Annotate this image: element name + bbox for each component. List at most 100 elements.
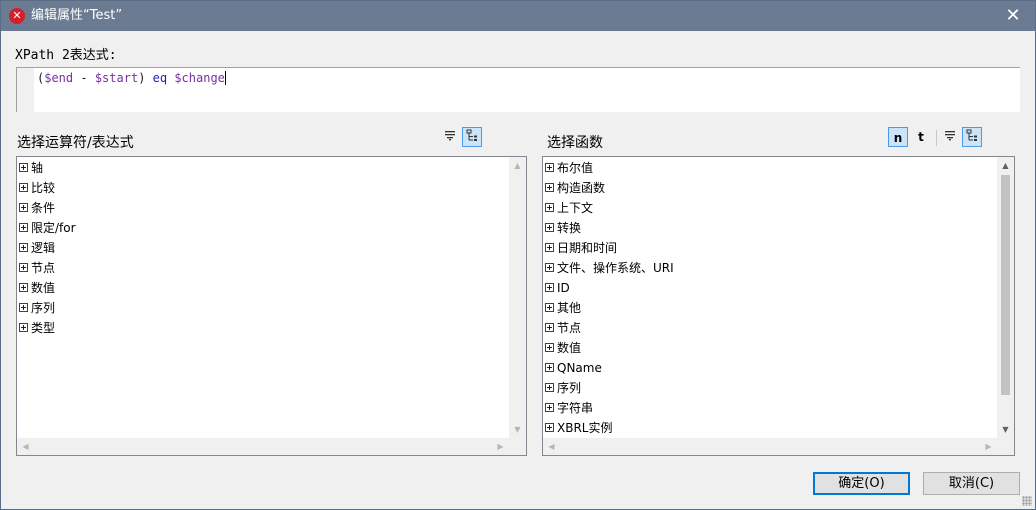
- tree-item[interactable]: 布尔值: [544, 158, 997, 178]
- tree-item[interactable]: 序列: [18, 298, 509, 318]
- tree-item[interactable]: 数值: [18, 278, 509, 298]
- tree-item-label: 其他: [557, 301, 582, 315]
- operators-panel-label: 选择运算符/表达式: [17, 135, 134, 151]
- expand-plus-icon[interactable]: [545, 343, 554, 352]
- tree-item[interactable]: ID: [544, 278, 997, 298]
- operators-vertical-scrollbar[interactable]: ▲ ▼: [509, 157, 526, 438]
- edit-attribute-dialog: ✕ 编辑属性“Test” ✕ XPath 2表达式: ($end - $star…: [0, 0, 1036, 510]
- functions-tree-view-button[interactable]: [962, 127, 982, 147]
- tree-item-label: 序列: [557, 381, 582, 395]
- expand-plus-icon[interactable]: [545, 423, 554, 432]
- tree-item-label: 序列: [31, 301, 56, 315]
- tree-item[interactable]: QName: [544, 358, 997, 378]
- expand-plus-icon[interactable]: [545, 263, 554, 272]
- scroll-up-arrow-icon[interactable]: ▲: [509, 157, 526, 174]
- scrollbar-corner: [509, 438, 526, 455]
- functions-tree[interactable]: 布尔值 构造函数上下文转换 日期和时间文件、操作系统、URI ID 其他节点数值 QNam…: [542, 156, 1015, 456]
- resize-grip-icon[interactable]: [1022, 496, 1032, 506]
- scroll-down-arrow-icon[interactable]: ▼: [997, 421, 1014, 438]
- tree-view-icon: [966, 129, 977, 141]
- scroll-up-arrow-icon[interactable]: ▲: [997, 157, 1014, 174]
- close-button[interactable]: ✕: [991, 1, 1035, 31]
- expand-plus-icon[interactable]: [19, 163, 28, 172]
- scrollbar-corner: [997, 438, 1014, 455]
- scroll-left-arrow-icon[interactable]: ◀: [17, 438, 34, 455]
- expression-token-op: -: [73, 71, 95, 85]
- tree-item-label: 上下文: [557, 201, 594, 215]
- tree-item[interactable]: XBRL实例: [544, 418, 997, 438]
- expression-token-var: $end: [44, 71, 74, 85]
- scrollbar-thumb[interactable]: [1001, 175, 1010, 395]
- tree-item[interactable]: 转换: [544, 218, 997, 238]
- cancel-button[interactable]: 取消(C): [923, 472, 1020, 495]
- expand-plus-icon[interactable]: [545, 403, 554, 412]
- expand-plus-icon[interactable]: [545, 323, 554, 332]
- tree-item[interactable]: 文件、操作系统、URI: [544, 258, 997, 278]
- tree-item[interactable]: 日期和时间: [544, 238, 997, 258]
- tree-item[interactable]: 数值: [544, 338, 997, 358]
- tree-item-label: 文件、操作系统、URI: [557, 261, 674, 275]
- expression-token-var: $change: [174, 71, 225, 85]
- tree-item-label: 比较: [31, 181, 56, 195]
- scroll-right-arrow-icon[interactable]: ▶: [980, 438, 997, 455]
- expand-plus-icon[interactable]: [19, 243, 28, 252]
- functions-vertical-scrollbar[interactable]: ▲ ▼: [997, 157, 1014, 438]
- expand-plus-icon[interactable]: [19, 263, 28, 272]
- expand-plus-icon[interactable]: [545, 303, 554, 312]
- tree-item-label: 数值: [557, 341, 582, 355]
- tree-item-label: 轴: [31, 161, 44, 175]
- close-icon: ✕: [1005, 5, 1021, 26]
- xpath-expression-editor[interactable]: ($end - $start) eq $change: [16, 67, 1020, 112]
- tree-view-icon: [466, 129, 477, 141]
- scroll-right-arrow-icon[interactable]: ▶: [492, 438, 509, 455]
- expand-plus-icon[interactable]: [19, 283, 28, 292]
- tree-item[interactable]: 其他: [544, 298, 997, 318]
- expand-plus-icon[interactable]: [545, 363, 554, 372]
- toggle-t-button[interactable]: t: [911, 127, 931, 147]
- tree-item[interactable]: 逻辑: [18, 238, 509, 258]
- expand-plus-icon[interactable]: [19, 203, 28, 212]
- sort-list-icon: [945, 131, 955, 141]
- expand-plus-icon[interactable]: [19, 303, 28, 312]
- tree-item-label: XBRL实例: [557, 421, 613, 435]
- expand-plus-icon[interactable]: [545, 183, 554, 192]
- tree-item[interactable]: 节点: [544, 318, 997, 338]
- expand-plus-icon[interactable]: [545, 283, 554, 292]
- operators-horizontal-scrollbar[interactable]: ◀ ▶: [17, 438, 509, 455]
- tree-item[interactable]: 构造函数: [544, 178, 997, 198]
- tree-item[interactable]: 字符串: [544, 398, 997, 418]
- tree-item-label: 限定/for: [31, 221, 76, 235]
- tree-item[interactable]: 节点: [18, 258, 509, 278]
- tree-item-label: 节点: [31, 261, 56, 275]
- operators-tree[interactable]: 轴比较条件限定/for 逻辑节点数值序列类型 ▲ ▼ ◀ ▶: [16, 156, 527, 456]
- expand-plus-icon[interactable]: [545, 203, 554, 212]
- tree-item-label: ID: [557, 281, 570, 295]
- expand-plus-icon[interactable]: [19, 183, 28, 192]
- tree-item[interactable]: 限定/for: [18, 218, 509, 238]
- tree-item-label: QName: [557, 361, 602, 375]
- expand-plus-icon[interactable]: [19, 223, 28, 232]
- expression-token-kw: eq: [145, 71, 175, 85]
- functions-horizontal-scrollbar[interactable]: ◀ ▶: [543, 438, 997, 455]
- scroll-down-arrow-icon[interactable]: ▼: [509, 421, 526, 438]
- editor-gutter: [17, 68, 34, 112]
- tree-item[interactable]: 类型: [18, 318, 509, 338]
- scroll-left-arrow-icon[interactable]: ◀: [543, 438, 560, 455]
- expression-text[interactable]: ($end - $start) eq $change: [37, 70, 226, 86]
- expand-plus-icon[interactable]: [545, 243, 554, 252]
- tree-item[interactable]: 条件: [18, 198, 509, 218]
- expand-plus-icon[interactable]: [545, 163, 554, 172]
- tree-item[interactable]: 序列: [544, 378, 997, 398]
- ok-button[interactable]: 确定(O): [813, 472, 910, 495]
- toggle-n-button[interactable]: n: [888, 127, 908, 147]
- expand-plus-icon[interactable]: [545, 223, 554, 232]
- tree-item[interactable]: 上下文: [544, 198, 997, 218]
- functions-sort-button[interactable]: [940, 127, 960, 147]
- expand-plus-icon[interactable]: [545, 383, 554, 392]
- operators-sort-button[interactable]: [440, 127, 460, 147]
- tree-item-label: 字符串: [557, 401, 594, 415]
- tree-item[interactable]: 轴: [18, 158, 509, 178]
- operators-tree-view-button[interactable]: [462, 127, 482, 147]
- tree-item[interactable]: 比较: [18, 178, 509, 198]
- expand-plus-icon[interactable]: [19, 323, 28, 332]
